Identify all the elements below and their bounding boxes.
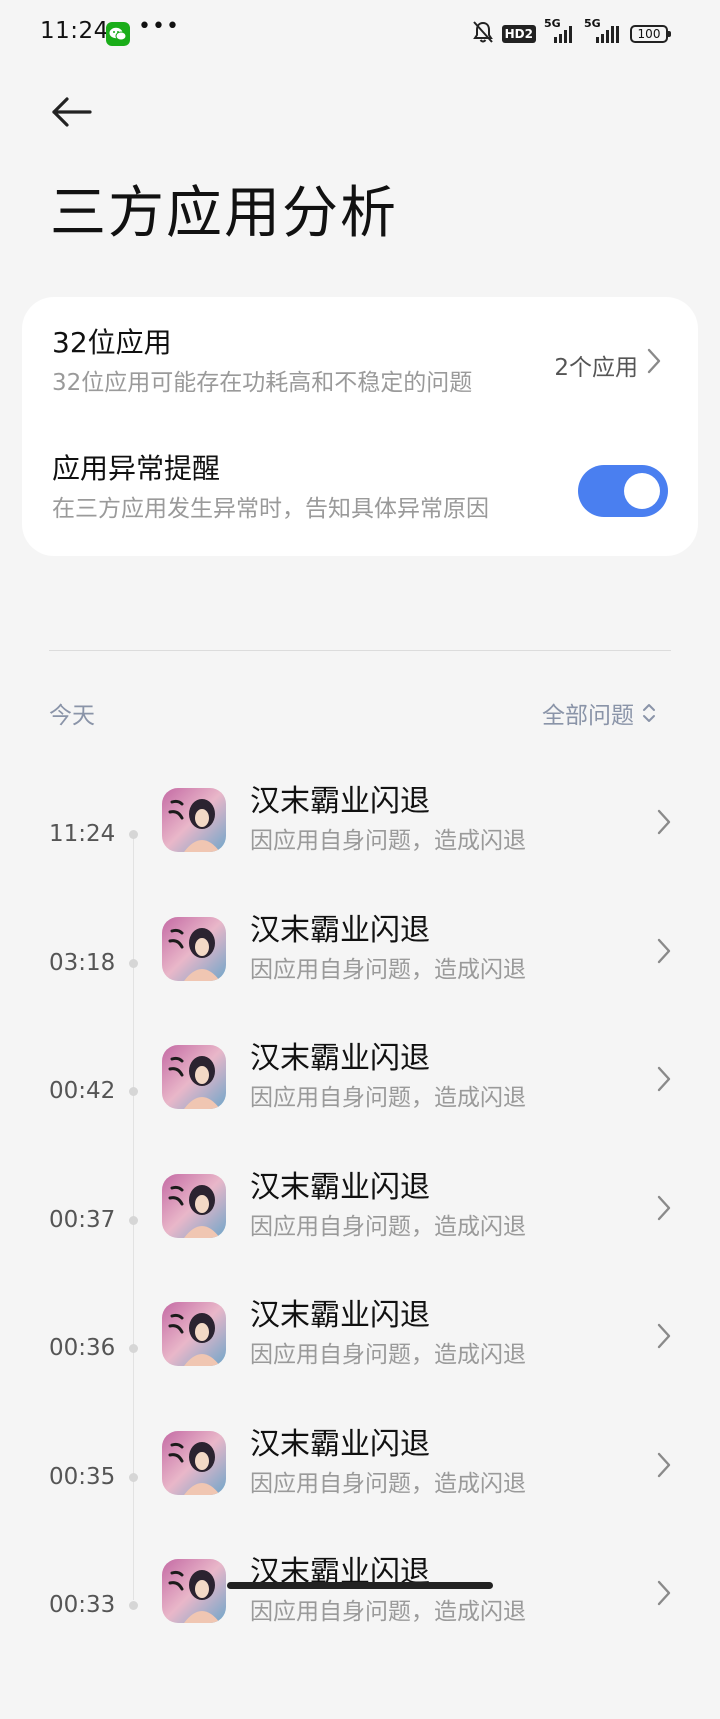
hd-voice-badge: HD2	[501, 25, 536, 43]
event-time: 11:24	[49, 821, 116, 847]
event-title: 汉末霸业闪退	[250, 1298, 430, 1333]
app-icon	[162, 1045, 226, 1109]
network-type-label: 5G	[584, 17, 601, 30]
app-icon	[162, 1302, 226, 1366]
settings-card: 32位应用 32位应用可能存在功耗高和不稳定的问题 2个应用 应用异常提醒 在三…	[22, 297, 698, 556]
timeline-dot	[129, 1601, 138, 1610]
chevron-right-icon	[657, 1452, 671, 1478]
toggle-knob	[624, 473, 660, 509]
battery-icon: 100	[630, 25, 671, 43]
status-time: 11:24	[40, 18, 109, 44]
event-title: 汉末霸业闪退	[250, 784, 430, 819]
home-indicator[interactable]	[227, 1582, 493, 1589]
app-icon	[162, 1431, 226, 1495]
event-title: 汉末霸业闪退	[250, 1427, 430, 1462]
chevron-right-icon	[657, 938, 671, 964]
timeline-dot	[129, 1216, 138, 1225]
event-subtitle: 因应用自身问题，造成闪退	[250, 1085, 526, 1111]
chevron-right-icon	[657, 1195, 671, 1221]
section-divider	[49, 650, 671, 651]
abnormal-reminder-toggle[interactable]	[578, 465, 668, 517]
signal-strength-icon: 5G	[584, 17, 622, 45]
back-button[interactable]	[44, 84, 100, 140]
event-subtitle: 因应用自身问题，造成闪退	[250, 1599, 526, 1625]
app-icon	[162, 1559, 226, 1623]
event-title: 汉末霸业闪退	[250, 913, 430, 948]
crash-event-item[interactable]: 00:33 汉末霸业闪退 因应用自身问题，造成闪退	[0, 1555, 720, 1719]
issue-filter-dropdown[interactable]: 全部问题	[542, 696, 658, 730]
event-subtitle: 因应用自身问题，造成闪退	[250, 957, 526, 983]
event-subtitle: 因应用自身问题，造成闪退	[250, 1342, 526, 1368]
chevron-right-icon	[647, 348, 661, 374]
event-time: 00:33	[49, 1592, 116, 1618]
app32-title: 32位应用	[52, 326, 172, 359]
filter-label: 全部问题	[542, 703, 634, 729]
event-subtitle: 因应用自身问题，造成闪退	[250, 1214, 526, 1240]
page-title: 三方应用分析	[50, 181, 398, 246]
event-time: 00:35	[49, 1464, 116, 1490]
event-title: 汉末霸业闪退	[250, 1170, 430, 1205]
app32-subtitle: 32位应用可能存在功耗高和不稳定的问题	[52, 370, 473, 396]
event-time: 00:42	[49, 1078, 116, 1104]
event-title: 汉末霸业闪退	[250, 1041, 430, 1076]
app32-count: 2个应用	[554, 355, 638, 381]
abnormal-reminder-title: 应用异常提醒	[52, 452, 221, 485]
event-time: 00:36	[49, 1335, 116, 1361]
chevron-right-icon	[657, 809, 671, 835]
mute-icon	[472, 20, 494, 48]
chevron-right-icon	[657, 1580, 671, 1606]
app-icon	[162, 917, 226, 981]
app32-row[interactable]: 32位应用 32位应用可能存在功耗高和不稳定的问题 2个应用	[22, 297, 698, 425]
event-time: 00:37	[49, 1207, 116, 1233]
status-bar: 11:24 ••• HD2 5G 5G 100	[0, 0, 720, 66]
date-label: 今天	[49, 703, 95, 729]
timeline-dot	[129, 959, 138, 968]
sort-toggle-icon	[643, 704, 655, 722]
timeline-dot	[129, 830, 138, 839]
event-subtitle: 因应用自身问题，造成闪退	[250, 828, 526, 854]
wechat-icon	[106, 22, 130, 46]
timeline-dot	[129, 1087, 138, 1096]
timeline-dot	[129, 1344, 138, 1353]
app-icon	[162, 788, 226, 852]
chevron-right-icon	[657, 1323, 671, 1349]
abnormal-reminder-subtitle: 在三方应用发生异常时，告知具体异常原因	[52, 496, 489, 522]
timeline-dot	[129, 1473, 138, 1482]
app-icon	[162, 1174, 226, 1238]
event-time: 03:18	[49, 950, 116, 976]
event-subtitle: 因应用自身问题，造成闪退	[250, 1471, 526, 1497]
network-type-label: 5G	[544, 17, 561, 30]
chevron-right-icon	[657, 1066, 671, 1092]
more-notifications-icon: •••	[138, 14, 180, 39]
arrow-left-icon	[52, 97, 92, 127]
status-indicators: HD2 5G 5G 100	[472, 17, 671, 48]
signal-strength-icon: 5G	[544, 17, 576, 45]
